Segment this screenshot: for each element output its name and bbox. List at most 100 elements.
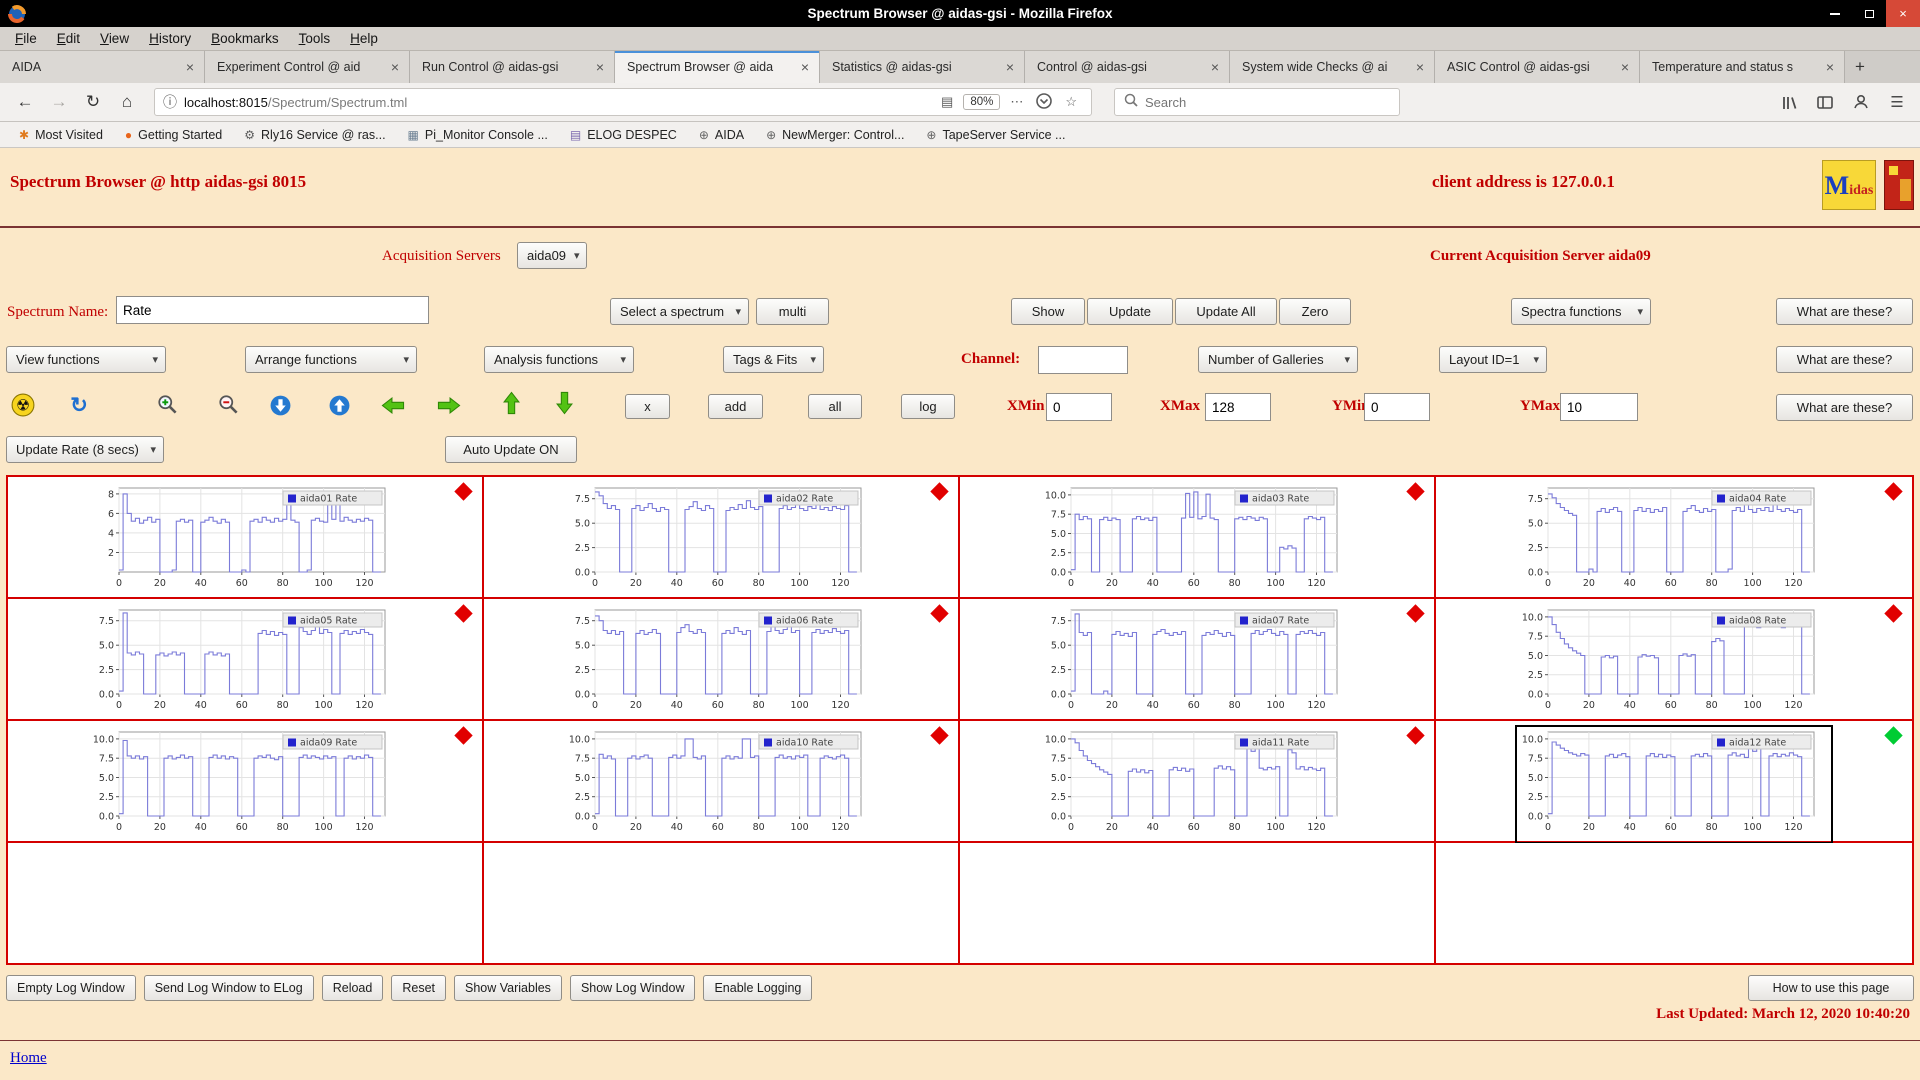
- spectrum-plot-1[interactable]: 0 20 40 60 80 100 120 2 4 6 8 aida01 Rate: [89, 484, 401, 592]
- show-variables-button[interactable]: Show Variables: [454, 975, 562, 1001]
- hamburger-menu-icon[interactable]: ☰: [1884, 89, 1910, 115]
- menu-tools[interactable]: Tools: [290, 29, 340, 48]
- bookmark-aida[interactable]: ⊕ AIDA: [690, 126, 753, 144]
- spectrum-plot-11[interactable]: 0 20 40 60 80 100 120 0.0 2.5 5.0 7.5 10.0 aida11 Ra…: [1041, 728, 1353, 836]
- xmax-input[interactable]: [1205, 393, 1271, 421]
- expand-up-icon[interactable]: [326, 392, 352, 418]
- close-button[interactable]: ×: [1886, 0, 1920, 27]
- home-button[interactable]: ⌂: [112, 88, 142, 116]
- tab-1[interactable]: AIDA ×: [0, 51, 205, 83]
- tab-6[interactable]: Control @ aidas-gsi ×: [1025, 51, 1230, 83]
- tab-close-icon[interactable]: ×: [184, 59, 196, 75]
- status-diamond[interactable]: [1406, 726, 1425, 745]
- new-tab-button[interactable]: +: [1845, 51, 1875, 83]
- library-icon[interactable]: [1776, 89, 1802, 115]
- tab-3[interactable]: Run Control @ aidas-gsi ×: [410, 51, 615, 83]
- layout-id-dropdown[interactable]: Layout ID=1 ▾: [1439, 346, 1547, 373]
- reload-button[interactable]: ↻: [78, 88, 108, 116]
- what-are-these-button-2[interactable]: What are these?: [1776, 346, 1913, 373]
- reset-button[interactable]: Reset: [391, 975, 446, 1001]
- status-diamond[interactable]: [1406, 482, 1425, 501]
- tab-close-icon[interactable]: ×: [594, 59, 606, 75]
- bookmark-newmerger-control-[interactable]: ⊕ NewMerger: Control...: [757, 126, 913, 144]
- status-diamond[interactable]: [930, 482, 949, 501]
- menu-edit[interactable]: Edit: [48, 29, 89, 48]
- add-button[interactable]: add: [708, 394, 763, 419]
- update-rate-dropdown[interactable]: Update Rate (8 secs) ▾: [6, 436, 164, 463]
- tab-7[interactable]: System wide Checks @ ai ×: [1230, 51, 1435, 83]
- menu-view[interactable]: View: [91, 29, 138, 48]
- tab-9[interactable]: Temperature and status s ×: [1640, 51, 1845, 83]
- number-of-galleries-dropdown[interactable]: Number of Galleries ▾: [1198, 346, 1358, 373]
- spectrum-name-input[interactable]: [116, 296, 429, 324]
- bookmark-elog-despec[interactable]: ▤ ELOG DESPEC: [561, 126, 686, 144]
- arrow-left-icon[interactable]: [380, 392, 406, 418]
- status-diamond[interactable]: [454, 604, 473, 623]
- tags-fits-dropdown[interactable]: Tags & Fits ▾: [723, 346, 824, 373]
- maximize-button[interactable]: [1852, 0, 1886, 27]
- page-info-icon[interactable]: ⓘ: [163, 92, 177, 112]
- tab-8[interactable]: ASIC Control @ aidas-gsi ×: [1435, 51, 1640, 83]
- update-button[interactable]: Update: [1087, 298, 1173, 325]
- status-diamond[interactable]: [1884, 726, 1903, 745]
- refresh-icon[interactable]: ↻: [66, 392, 92, 418]
- select-spectrum-dropdown[interactable]: Select a spectrum ▾: [610, 298, 749, 325]
- reload-button[interactable]: Reload: [321, 975, 384, 1001]
- menu-history[interactable]: History: [140, 29, 200, 48]
- tab-close-icon[interactable]: ×: [389, 59, 401, 75]
- search-input[interactable]: [1145, 94, 1391, 110]
- spectrum-plot-9[interactable]: 0 20 40 60 80 100 120 0.0 2.5 5.0 7.5 10.0 aida09 Ra…: [89, 728, 401, 836]
- xmin-input[interactable]: [1046, 393, 1112, 421]
- zoom-in-icon[interactable]: [155, 392, 181, 418]
- url-bar[interactable]: ⓘ localhost:8015 /Spectrum/Spectrum.tml …: [154, 88, 1092, 116]
- search-bar[interactable]: [1114, 88, 1400, 116]
- account-icon[interactable]: [1848, 89, 1874, 115]
- view-functions-dropdown[interactable]: View functions ▾: [6, 346, 166, 373]
- forward-button[interactable]: →: [44, 88, 74, 116]
- spectra-functions-dropdown[interactable]: Spectra functions ▾: [1511, 298, 1651, 325]
- zoom-out-icon[interactable]: [216, 392, 242, 418]
- enable-logging-button[interactable]: Enable Logging: [703, 975, 813, 1001]
- status-diamond[interactable]: [930, 726, 949, 745]
- multi-button[interactable]: multi: [756, 298, 829, 325]
- all-button[interactable]: all: [808, 394, 862, 419]
- tab-4[interactable]: Spectrum Browser @ aida ×: [615, 51, 820, 83]
- arrow-down-icon[interactable]: [551, 390, 577, 416]
- zoom-level-indicator[interactable]: 80%: [963, 94, 1001, 110]
- status-diamond[interactable]: [454, 482, 473, 501]
- what-are-these-button-3[interactable]: What are these?: [1776, 394, 1913, 421]
- minimize-button[interactable]: [1818, 0, 1852, 27]
- update-all-button[interactable]: Update All: [1175, 298, 1277, 325]
- zero-button[interactable]: Zero: [1279, 298, 1351, 325]
- reader-mode-icon[interactable]: ▤: [941, 94, 953, 110]
- channel-input[interactable]: [1038, 346, 1128, 374]
- home-link[interactable]: Home: [10, 1050, 47, 1067]
- tab-5[interactable]: Statistics @ aidas-gsi ×: [820, 51, 1025, 83]
- how-to-use-button[interactable]: How to use this page: [1748, 975, 1914, 1001]
- arrange-functions-dropdown[interactable]: Arrange functions ▾: [245, 346, 417, 373]
- analysis-functions-dropdown[interactable]: Analysis functions ▾: [484, 346, 634, 373]
- sidebar-toggle-icon[interactable]: [1812, 89, 1838, 115]
- bookmark-pi-monitor-console-[interactable]: ▦ Pi_Monitor Console ...: [399, 126, 557, 144]
- tab-close-icon[interactable]: ×: [1414, 59, 1426, 75]
- spectrum-plot-3[interactable]: 0 20 40 60 80 100 120 0.0 2.5 5.0 7.5 10.0 aida03 Ra…: [1041, 484, 1353, 592]
- spectrum-plot-4[interactable]: 0 20 40 60 80 100 120 0.0 2.5 5.0 7.5 aida04 Rate: [1518, 484, 1830, 592]
- status-diamond[interactable]: [1406, 604, 1425, 623]
- ymin-input[interactable]: [1364, 393, 1430, 421]
- tab-2[interactable]: Experiment Control @ aid ×: [205, 51, 410, 83]
- arrow-up-icon[interactable]: [498, 390, 524, 416]
- status-diamond[interactable]: [1884, 482, 1903, 501]
- show-log-window-button[interactable]: Show Log Window: [569, 975, 696, 1001]
- empty-log-window-button[interactable]: Empty Log Window: [6, 975, 136, 1001]
- menu-help[interactable]: Help: [341, 29, 387, 48]
- status-diamond[interactable]: [454, 726, 473, 745]
- tab-close-icon[interactable]: ×: [799, 59, 811, 75]
- acquisition-server-select[interactable]: aida09 ▾: [517, 242, 587, 269]
- x-axis-button[interactable]: x: [625, 394, 670, 419]
- back-button[interactable]: ←: [10, 88, 40, 116]
- ymax-input[interactable]: [1560, 393, 1638, 421]
- log-button[interactable]: log: [901, 394, 955, 419]
- expand-down-icon[interactable]: [267, 392, 293, 418]
- arrow-right-icon[interactable]: [436, 392, 462, 418]
- tab-close-icon[interactable]: ×: [1004, 59, 1016, 75]
